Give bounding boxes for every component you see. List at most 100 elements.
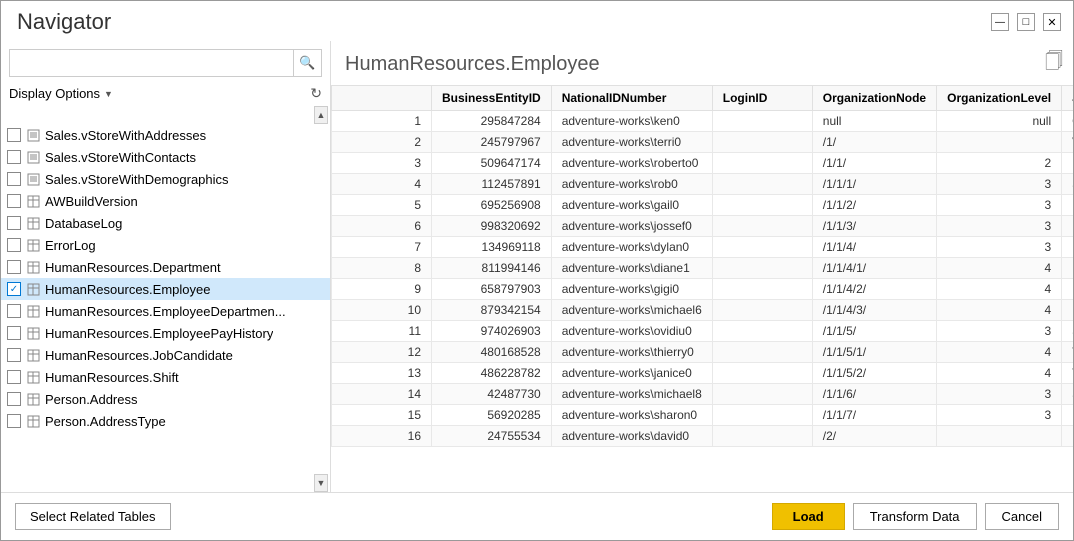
col-header: NationalIDNumber [551, 86, 712, 111]
tree-item-checkbox[interactable] [7, 370, 21, 384]
row-number: 13 [332, 363, 432, 384]
tree-item-label: HumanResources.EmployeeDepartmen... [45, 304, 286, 319]
tree-item[interactable]: Sales.vStoreWithAddresses [1, 124, 330, 146]
tree-item-label: AWBuildVersion [45, 194, 138, 209]
cell-jobtitle: Des [1062, 195, 1073, 216]
tree-item[interactable]: DatabaseLog [1, 212, 330, 234]
cell-orgnode: /1/1/1/ [812, 174, 936, 195]
minimize-button[interactable]: ― [991, 13, 1009, 31]
cell-jobtitle: Ma [1062, 426, 1073, 447]
tree-item[interactable]: ✓HumanResources.Employee [1, 278, 330, 300]
load-button[interactable]: Load [772, 503, 845, 530]
cell-jobtitle: Sen [1062, 384, 1073, 405]
cell-orglevel: 3 [937, 321, 1062, 342]
close-button[interactable]: ✕ [1043, 13, 1061, 31]
table-row: 12480168528adventure-works\thierry0/1/1/… [332, 342, 1074, 363]
cell-nationalidnumber: adventure-works\gail0 [551, 195, 712, 216]
cell-businessentityid: 811994146 [432, 258, 552, 279]
display-options-label: Display Options [9, 86, 100, 101]
cell-loginid [712, 426, 812, 447]
cell-nationalidnumber: adventure-works\terri0 [551, 132, 712, 153]
tree-item[interactable]: HumanResources.EmployeeDepartmen... [1, 300, 330, 322]
tree-item[interactable]: Sales.vStoreWithDemographics [1, 168, 330, 190]
table-icon [25, 259, 41, 275]
cell-loginid [712, 363, 812, 384]
cancel-button[interactable]: Cancel [985, 503, 1059, 530]
search-bar: 🔍 [9, 49, 322, 77]
tree-list: Sales.vStoreWithAddressesSales.vStoreWit… [1, 124, 330, 474]
col-header: JobTitl [1062, 86, 1073, 111]
row-number: 15 [332, 405, 432, 426]
tree-item-checkbox[interactable] [7, 414, 21, 428]
right-header: HumanResources.Employee 🗍 [331, 41, 1073, 85]
tree-scroll-down-button[interactable]: ▼ [314, 474, 328, 492]
cell-orglevel: null [937, 111, 1062, 132]
search-input[interactable] [10, 52, 293, 75]
col-header: OrganizationLevel [937, 86, 1062, 111]
export-icon-button[interactable]: 🗍 [1045, 49, 1063, 79]
table-icon [25, 303, 41, 319]
cell-orgnode: null [812, 111, 936, 132]
tree-item-checkbox[interactable] [7, 326, 21, 340]
refresh-icon-button[interactable]: ↻ [310, 85, 322, 102]
cell-orgnode: /1/1/ [812, 153, 936, 174]
cell-orglevel: 4 [937, 300, 1062, 321]
view-icon [25, 149, 41, 165]
row-number: 4 [332, 174, 432, 195]
search-icon-button[interactable]: 🔍 [293, 50, 321, 76]
tree-item-checkbox[interactable] [7, 194, 21, 208]
table-row: 1295847284adventure-works\ken0nullnullCh… [332, 111, 1074, 132]
cell-jobtitle: Sen [1062, 321, 1073, 342]
tree-item-checkbox[interactable] [7, 304, 21, 318]
tree-item[interactable]: AWBuildVersion [1, 190, 330, 212]
right-panel: HumanResources.Employee 🗍 BusinessEntity… [331, 41, 1073, 492]
cell-jobtitle: Res [1062, 258, 1073, 279]
cell-orglevel [937, 132, 1062, 153]
transform-data-button[interactable]: Transform Data [853, 503, 977, 530]
cell-orglevel [937, 426, 1062, 447]
tree-item[interactable]: HumanResources.Department [1, 256, 330, 278]
title-bar: Navigator ― □ ✕ [1, 1, 1073, 41]
tree-item[interactable]: HumanResources.JobCandidate [1, 344, 330, 366]
tree-item-checkbox[interactable] [7, 216, 21, 230]
tree-item[interactable]: Person.AddressType [1, 410, 330, 432]
cell-orgnode: /1/1/2/ [812, 195, 936, 216]
cell-orglevel: 3 [937, 174, 1062, 195]
data-table-wrapper[interactable]: BusinessEntityIDNationalIDNumberLoginIDO… [331, 85, 1073, 492]
display-options-button[interactable]: Display Options ▼ [9, 86, 113, 101]
tree-item[interactable]: Person.Address [1, 388, 330, 410]
tree-item-checkbox[interactable] [7, 150, 21, 164]
table-row: 8811994146adventure-works\diane1/1/1/4/1… [332, 258, 1074, 279]
tree-item-label: Person.AddressType [45, 414, 166, 429]
cell-nationalidnumber: adventure-works\thierry0 [551, 342, 712, 363]
cell-nationalidnumber: adventure-works\david0 [551, 426, 712, 447]
table-row: 6998320692adventure-works\jossef0/1/1/3/… [332, 216, 1074, 237]
cell-nationalidnumber: adventure-works\janice0 [551, 363, 712, 384]
cell-loginid [712, 174, 812, 195]
cell-jobtitle: Too [1062, 342, 1073, 363]
cell-nationalidnumber: adventure-works\gigi0 [551, 279, 712, 300]
tree-item-label: DatabaseLog [45, 216, 122, 231]
tree-item[interactable]: ErrorLog [1, 234, 330, 256]
tree-item-checkbox[interactable]: ✓ [7, 282, 21, 296]
tree-item-checkbox[interactable] [7, 172, 21, 186]
tree-item[interactable]: HumanResources.EmployeePayHistory [1, 322, 330, 344]
tree-item-checkbox[interactable] [7, 348, 21, 362]
tree-item-checkbox[interactable] [7, 392, 21, 406]
maximize-button[interactable]: □ [1017, 13, 1035, 31]
cell-jobtitle: Des [1062, 405, 1073, 426]
tree-item-checkbox[interactable] [7, 260, 21, 274]
table-row: 2245797967adventure-works\terri0/1/Vice [332, 132, 1074, 153]
tree-scroll-up-button[interactable]: ▲ [314, 106, 328, 124]
bottom-right-buttons: Load Transform Data Cancel [772, 503, 1059, 530]
select-related-tables-button[interactable]: Select Related Tables [15, 503, 171, 530]
tree-item-label: Person.Address [45, 392, 138, 407]
cell-loginid [712, 195, 812, 216]
table-row: 1624755534adventure-works\david0/2/Ma [332, 426, 1074, 447]
tree-item[interactable]: HumanResources.Shift [1, 366, 330, 388]
tree-item-checkbox[interactable] [7, 128, 21, 142]
cell-orglevel: 4 [937, 363, 1062, 384]
tree-item[interactable]: Sales.vStoreWithContacts [1, 146, 330, 168]
tree-item-checkbox[interactable] [7, 238, 21, 252]
table-row: 11974026903adventure-works\ovidiu0/1/1/5… [332, 321, 1074, 342]
